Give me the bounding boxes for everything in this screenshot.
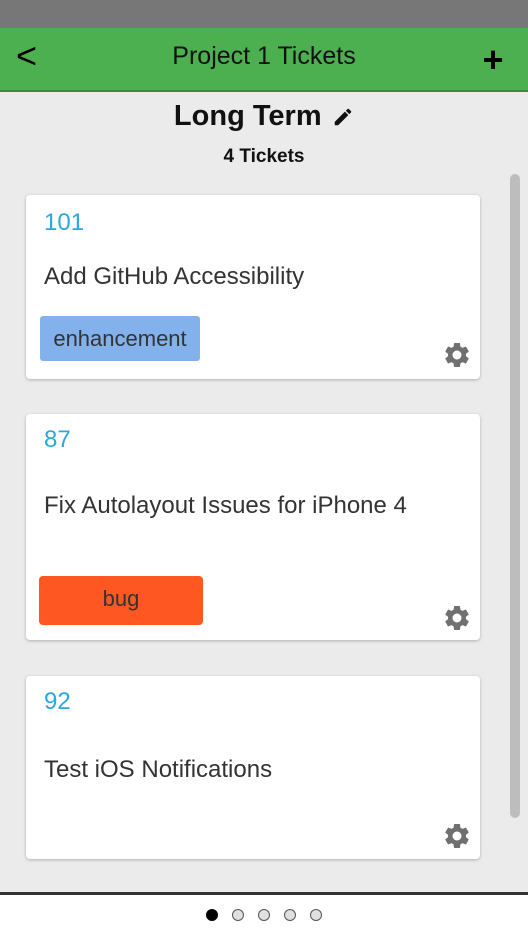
ticket-number: 92 <box>44 688 71 715</box>
page-dot[interactable] <box>258 909 270 921</box>
page-dot[interactable] <box>284 909 296 921</box>
list-header: Long Term 4 Tickets <box>0 100 528 180</box>
scrollbar[interactable] <box>505 170 523 890</box>
ticket-title: Add GitHub Accessibility <box>44 263 305 290</box>
page-dot[interactable] <box>232 909 244 921</box>
page-dot[interactable] <box>310 909 322 921</box>
ticket-count: 4 Tickets <box>223 146 305 167</box>
list-title-row: Long Term <box>0 100 528 138</box>
page-dots <box>0 908 528 926</box>
ticket-label[interactable]: enhancement <box>40 316 200 361</box>
scrollbar-thumb[interactable] <box>510 174 520 818</box>
status-bar <box>0 0 528 28</box>
page-indicator <box>0 895 528 938</box>
ticket-card[interactable]: 92 Test iOS Notifications <box>26 676 480 859</box>
ticket-label[interactable]: bug <box>39 576 203 625</box>
add-ticket-button[interactable]: + <box>478 40 508 80</box>
app-bar: < Project 1 Tickets + <box>0 28 528 92</box>
gear-icon[interactable] <box>442 340 472 370</box>
gear-icon[interactable] <box>442 603 472 633</box>
gear-icon[interactable] <box>442 821 472 851</box>
page-dot[interactable] <box>206 909 218 921</box>
page-title: Project 1 Tickets <box>172 42 356 70</box>
ticket-title: Test iOS Notifications <box>44 756 273 783</box>
ticket-number: 87 <box>44 426 71 453</box>
ticket-number: 101 <box>44 209 85 236</box>
ticket-card[interactable]: 87 Fix Autolayout Issues for iPhone 4 bu… <box>26 414 480 640</box>
ticket-card[interactable]: 101 Add GitHub Accessibility enhancement <box>26 195 480 379</box>
ticket-title: Fix Autolayout Issues for iPhone 4 <box>44 492 407 519</box>
list-title: Long Term <box>173 100 322 132</box>
pencil-icon[interactable] <box>332 106 354 128</box>
